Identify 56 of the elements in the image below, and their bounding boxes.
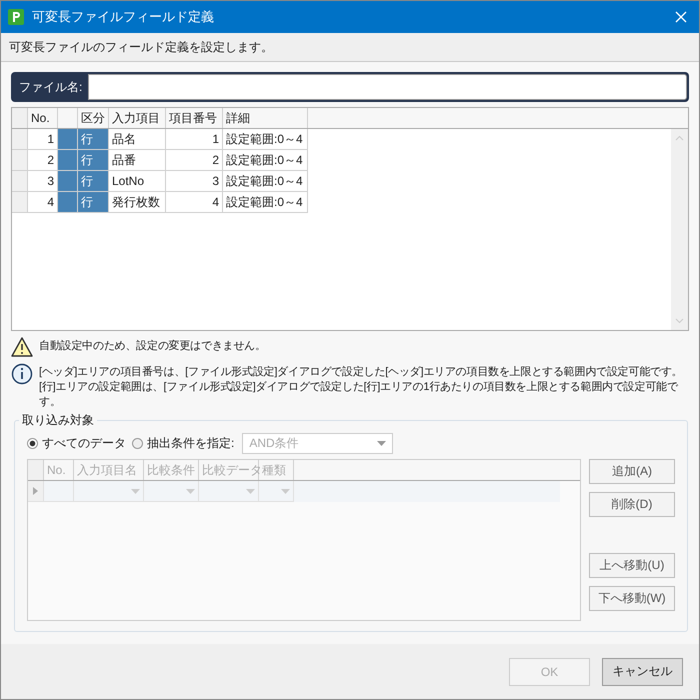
- action-button[interactable]: 下へ移動(W): [589, 586, 675, 611]
- table-cell: LotNo: [109, 171, 166, 192]
- message-text: 自動設定中のため、設定の変更はできません。: [39, 338, 266, 354]
- table-cell: [58, 150, 78, 171]
- dialog-button[interactable]: キャンセル: [602, 658, 683, 686]
- caret-icon: [246, 488, 255, 494]
- radio-option[interactable]: すべてのデータ: [27, 435, 126, 452]
- row-pointer-icon: [33, 487, 38, 495]
- action-button[interactable]: 上へ移動(U): [589, 553, 675, 578]
- table-cell: 4: [166, 192, 223, 213]
- scrollbar[interactable]: [671, 129, 688, 330]
- caret-icon: [377, 441, 386, 446]
- file-name-field[interactable]: ファイル名:: [11, 72, 689, 102]
- caret-icon: [131, 488, 140, 494]
- table-cell: 2: [166, 150, 223, 171]
- caret-icon: [281, 488, 290, 494]
- column-header[interactable]: 区分: [78, 108, 109, 128]
- table-cell: 設定範囲:0～4: [223, 150, 308, 171]
- app-logo-icon: [8, 9, 24, 25]
- table-cell: [58, 129, 78, 150]
- warning-icon: [11, 337, 33, 357]
- column-header[interactable]: No.: [28, 108, 58, 128]
- column-header[interactable]: 入力項目: [109, 108, 166, 128]
- message-text: [ヘッダ]エリアの項目番号は、[ファイル形式設定]ダイアログで設定した[ヘッダ]エリアの項目数を上限とする範囲内で設定可能です。[行]エリアの設定範囲は、[ファイル形式設定]ダイアログで設定した[行]エリアの1行あたりの項目数を上限とする範囲内で設定可能です。: [39, 364, 684, 410]
- table-cell: [58, 192, 78, 213]
- table-cell: [58, 171, 78, 192]
- row-header[interactable]: [12, 150, 28, 171]
- scroll-down-icon[interactable]: [675, 318, 684, 324]
- table-cell: 行: [78, 192, 109, 213]
- group-title: 取り込み対象: [21, 412, 95, 429]
- row-header[interactable]: [12, 192, 28, 213]
- table-cell: 設定範囲:0～4: [223, 129, 308, 150]
- action-button[interactable]: 追加(A): [589, 459, 675, 484]
- action-button[interactable]: 削除(D): [589, 492, 675, 517]
- caret-icon: [186, 488, 195, 494]
- radio-option[interactable]: 抽出条件を指定:: [132, 435, 234, 452]
- file-name-label: ファイル名:: [18, 78, 84, 96]
- close-icon[interactable]: [675, 11, 687, 23]
- table-cell: 発行枚数: [109, 192, 166, 213]
- column-header[interactable]: 項目番号: [166, 108, 223, 128]
- column-header[interactable]: 詳細: [223, 108, 308, 128]
- table-cell: 設定範囲:0～4: [223, 192, 308, 213]
- table-cell: 行: [78, 150, 109, 171]
- table-cell: 設定範囲:0～4: [223, 171, 308, 192]
- table-cell: 品番: [109, 150, 166, 171]
- window-title: 可変長ファイルフィールド定義: [32, 8, 215, 26]
- table-cell: 行: [78, 171, 109, 192]
- description-text: 可変長ファイルのフィールド定義を設定します。: [9, 38, 273, 56]
- table-cell: 1: [166, 129, 223, 150]
- row-header[interactable]: [12, 171, 28, 192]
- table-cell: 行: [78, 129, 109, 150]
- scroll-up-icon[interactable]: [675, 135, 684, 141]
- info-icon: [11, 363, 33, 385]
- row-header[interactable]: [12, 129, 28, 150]
- table-cell: 3: [166, 171, 223, 192]
- table-cell: 品名: [109, 129, 166, 150]
